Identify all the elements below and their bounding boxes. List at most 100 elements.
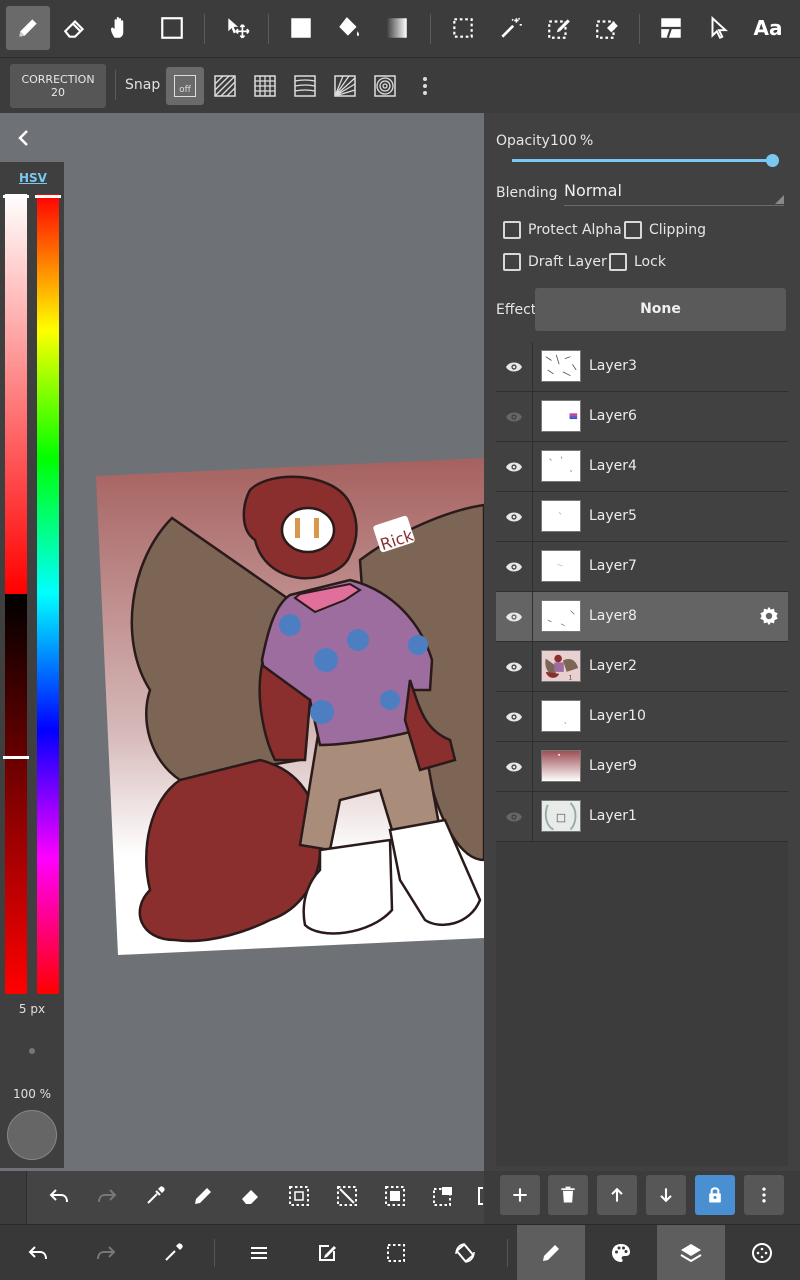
opacity-slider-handle[interactable] [766,154,779,167]
eyedropper-icon [165,1243,183,1261]
eye-icon [506,362,522,372]
hand-tool-button[interactable] [98,6,142,50]
layer-panel-button[interactable] [657,1225,725,1280]
select-pen-tool-button[interactable] [537,6,581,50]
gradient-tool-button[interactable] [375,6,419,50]
layer-visibility-toggle[interactable] [496,642,533,692]
snap-parallel-button[interactable] [206,67,244,105]
pointer-tool-button[interactable] [697,6,741,50]
move-layer-up-button[interactable] [597,1175,637,1215]
gear-icon[interactable] [758,605,780,627]
toolbar-divider [115,70,116,100]
layer-visibility-toggle[interactable] [496,692,533,742]
snap-grid-button[interactable] [246,67,284,105]
select-rect-tool-button[interactable] [441,6,485,50]
layer-row[interactable]: Layer8 [496,592,788,642]
layer-row[interactable]: Layer1 [496,792,788,842]
snap-off-button[interactable]: off [166,67,204,105]
layer-more-button[interactable] [744,1175,784,1215]
brush-panel-button[interactable] [517,1225,585,1280]
snap-circle-button[interactable] [366,67,404,105]
hue-marker[interactable] [35,195,61,198]
layer-thumbnail [541,350,581,382]
snap-horizontal-button[interactable] [286,67,324,105]
add-layer-button[interactable] [500,1175,540,1215]
delete-layer-button[interactable] [548,1175,588,1215]
selection-button[interactable] [368,1225,424,1280]
layer-row[interactable]: Layer6 [496,392,788,442]
layer-row[interactable]: Layer10 [496,692,788,742]
effect-button[interactable]: None [535,288,786,331]
value-marker[interactable] [3,756,29,759]
invert-selection-icon[interactable] [383,1184,407,1208]
eraser-icon[interactable] [239,1184,263,1208]
pen-icon [19,19,37,37]
pen-icon[interactable] [191,1184,215,1208]
layer-row[interactable]: 1 Layer2 [496,642,788,692]
move-layer-down-button[interactable] [646,1175,686,1215]
eraser-tool-button[interactable] [53,6,97,50]
color-panel-button[interactable] [593,1225,649,1280]
opacity-slider[interactable] [512,159,772,162]
move-tool-button[interactable] [215,6,259,50]
layer-shape-tool-button[interactable] [649,6,693,50]
layer-row[interactable]: Layer9 [496,742,788,792]
snap-more-button[interactable] [406,67,444,105]
clipping-checkbox[interactable] [624,221,642,239]
value-slider[interactable] [5,594,27,994]
bucket-tool-button[interactable] [327,6,371,50]
lock-layer-button[interactable] [695,1175,735,1215]
layer-visibility-toggle[interactable] [496,542,533,592]
saturation-slider[interactable] [5,194,27,594]
snap-parallel-icon [214,75,236,97]
color-mode-tab[interactable]: HSV [19,171,47,185]
pen-tool-button[interactable] [6,6,50,50]
lock-icon [709,1187,721,1203]
undo-icon[interactable] [47,1184,71,1208]
layer-visibility-toggle[interactable] [496,742,533,792]
eyedropper-button[interactable] [145,1225,201,1280]
snap-radial-button[interactable] [326,67,364,105]
layer-visibility-toggle[interactable] [496,342,533,392]
layer-row[interactable]: Layer4 [496,442,788,492]
color-panel: HSV 5 px 100 % [0,162,64,1168]
canvas-area[interactable]: Rick [0,113,484,1171]
draft-layer-checkbox[interactable] [503,253,521,271]
layer-row[interactable]: Layer5 [496,492,788,542]
redo-button[interactable] [78,1225,134,1280]
protect-alpha-checkbox[interactable] [503,221,521,239]
fill-rect-tool-button[interactable] [279,6,323,50]
magic-wand-tool-button[interactable] [489,6,533,50]
artwork-canvas[interactable]: Rick [0,113,484,1171]
rectangle-tool-button[interactable] [150,6,194,50]
layer-row[interactable]: Layer7 [496,542,788,592]
edit-button[interactable] [299,1225,355,1280]
layer-visibility-toggle[interactable] [496,392,533,442]
correction-button[interactable]: CORRECTION 20 [10,64,106,108]
layer-thumbnail [541,600,581,632]
undo-button[interactable] [10,1225,66,1280]
select-eraser-tool-button[interactable] [585,6,629,50]
layer-visibility-toggle[interactable] [496,442,533,492]
collapse-panel-chevron-icon[interactable] [12,126,36,150]
current-color-swatch[interactable] [7,1110,57,1160]
layer-row[interactable]: Layer3 [496,342,788,392]
deselect-icon[interactable] [335,1184,359,1208]
layer-visibility-toggle[interactable] [496,592,533,642]
redo-icon[interactable] [95,1184,119,1208]
menu-button[interactable] [231,1225,287,1280]
text-tool-button[interactable]: Aa [746,6,790,50]
blending-mode-select[interactable]: Normal [564,181,784,206]
move-icon [228,18,250,39]
saturation-marker[interactable] [3,195,29,198]
select-all-icon[interactable] [287,1184,311,1208]
layer-visibility-toggle[interactable] [496,792,533,842]
rotate-canvas-button[interactable] [437,1225,493,1280]
artwork: Rick [96,458,484,955]
hue-slider[interactable] [37,194,59,994]
lock-checkbox[interactable] [609,253,627,271]
eyedropper-icon[interactable] [143,1184,167,1208]
layer-visibility-toggle[interactable] [496,492,533,542]
settings-dial-button[interactable] [734,1225,790,1280]
transform-selection-icon[interactable] [431,1184,455,1208]
